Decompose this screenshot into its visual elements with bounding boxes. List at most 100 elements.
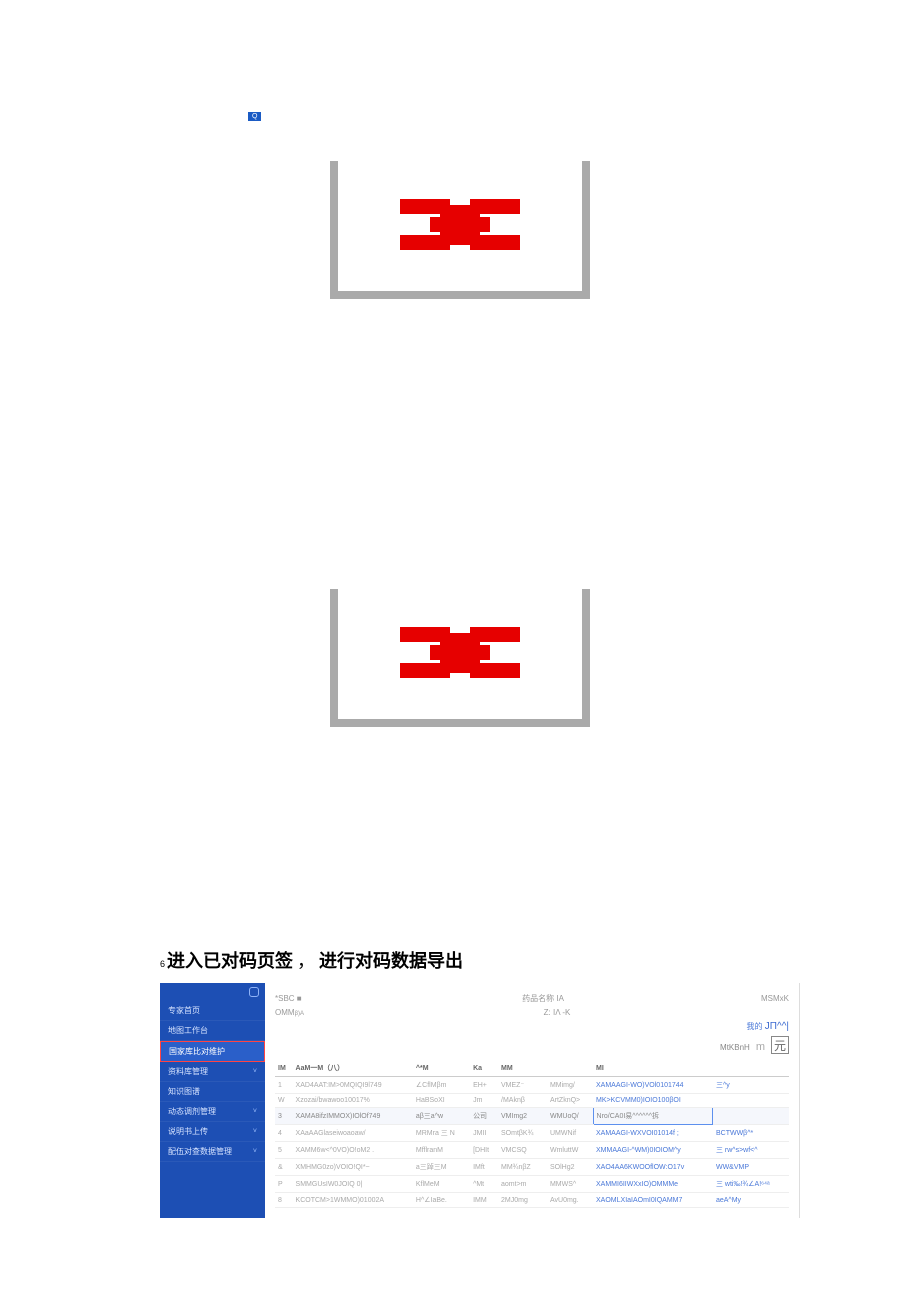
cell: XAMMI6IIWXxIO)OMMMe	[593, 1176, 713, 1193]
sidebar-item-label: 国家库比对维护	[169, 1046, 225, 1057]
chevron-down-icon: ˅	[253, 1108, 257, 1115]
column-header: AaM一M（八）	[293, 1060, 413, 1077]
unit-box: 元	[771, 1036, 789, 1054]
cell: XAMA8ifzIMMOX)IOlOf749	[293, 1108, 413, 1125]
sidebar-item-label: 地图工作台	[168, 1025, 208, 1036]
column-header: Ka	[470, 1060, 498, 1077]
cell: XAD4AAT:IM>0MQIQI9l749	[293, 1077, 413, 1094]
cell: Nro/CA0I易^^^^^^拆	[593, 1108, 713, 1125]
column-header: MI	[593, 1060, 713, 1077]
cell: ArtZknQ>	[547, 1094, 593, 1108]
figure-card-2	[330, 589, 590, 727]
cell: MRMra 三 N	[413, 1125, 470, 1142]
cell	[713, 1094, 789, 1108]
sidebar-item-2[interactable]: 国家库比对维护	[160, 1041, 265, 1062]
table-row[interactable]: 1XAD4AAT:IM>0MQIQI9l749∠CflMβmEH+VMEZ⁻MM…	[275, 1077, 789, 1094]
cell: VMImg2	[498, 1108, 547, 1125]
cell: 三 rw^s>wf<^	[713, 1142, 789, 1159]
cell: HaBSoXI	[413, 1094, 470, 1108]
cell: XMMAAGI-^WM)0IOIOM^y	[593, 1142, 713, 1159]
cell: UMWNif	[547, 1125, 593, 1142]
sidebar-item-label: 知识图谱	[168, 1086, 200, 1097]
cell: Jm	[470, 1094, 498, 1108]
cell: 3	[275, 1108, 293, 1125]
cell: H^∠IaBe.	[413, 1193, 470, 1208]
cell: MfflranM	[413, 1142, 470, 1159]
table-row[interactable]: PSMMGUsIW0JOIQ 0|KflMeM^Mtaomt>mMMWS^XAM…	[275, 1176, 789, 1193]
cell: 公司	[470, 1108, 498, 1125]
sidebar-item-3[interactable]: 资料库管理˅	[160, 1062, 265, 1082]
data-table: IMAaM一M（八）^*MKaMM MI 1XAD4AAT:IM>0MQIQI9l…	[275, 1060, 789, 1208]
figure-card-1	[330, 161, 590, 299]
cell: SOlHg2	[547, 1159, 593, 1176]
cell: KCOTCM>1WMMO)01002A	[293, 1193, 413, 1208]
cell: MM¾nβZ	[498, 1159, 547, 1176]
sidebar-item-5[interactable]: 动态调剂管理 ˅	[160, 1102, 265, 1122]
cell: XAMM6w<^0VO)O!oM2 .	[293, 1142, 413, 1159]
cell: XAO4AA6KWOOflOW:O17v	[593, 1159, 713, 1176]
cell: MMWS^	[547, 1176, 593, 1193]
cell: aomt>m	[498, 1176, 547, 1193]
table-row[interactable]: 3XAMA8ifzIMMOX)IOlOf749aβ三a^w公司VMImg2WMU…	[275, 1108, 789, 1125]
filter-row-2: OMMβ)A Z: IΛ -K	[275, 1008, 789, 1017]
cell: XAaAAGlaseiwoaoaw/	[293, 1125, 413, 1142]
cell: IMft	[470, 1159, 498, 1176]
cell: SMMGUsIW0JOIQ 0|	[293, 1176, 413, 1193]
table-row[interactable]: WXzozai/bwawoo10017%HaBSoXIJm/MAknβArtZk…	[275, 1094, 789, 1108]
cell	[713, 1108, 789, 1125]
cell: XAOMLXIaIAOmI0IQAMM7	[593, 1193, 713, 1208]
column-header	[713, 1060, 789, 1077]
cell: IMM	[470, 1193, 498, 1208]
cell: [DHIt	[470, 1142, 498, 1159]
cell: 三 wti‰!¾∠A!⁶⁴ᵃ	[713, 1176, 789, 1193]
section-heading: 6进入已对码页签，进行对码数据导出	[160, 947, 760, 973]
cell: MK>KCVMM0)IOIO100βOI	[593, 1094, 713, 1108]
sidebar-item-0[interactable]: 专家首页	[160, 1001, 265, 1021]
cell: Xzozai/bwawoo10017%	[293, 1094, 413, 1108]
sidebar-item-label: 说明书上传	[168, 1126, 208, 1137]
column-header: IM	[275, 1060, 293, 1077]
cell: VMCSQ	[498, 1142, 547, 1159]
red-x-shape	[365, 179, 555, 269]
cell: 8	[275, 1193, 293, 1208]
table-row[interactable]: 5XAMM6w<^0VO)O!oM2 .MfflranM[DHItVMCSQWm…	[275, 1142, 789, 1159]
sidebar-item-4[interactable]: 知识图谱	[160, 1082, 265, 1102]
main-panel: *SBC ■ 药品名称 IA MSMxK OMMβ)A Z: IΛ -K 我的 …	[265, 983, 799, 1218]
chevron-down-icon: ˅	[253, 1148, 257, 1155]
column-header	[547, 1060, 593, 1077]
cell: 4	[275, 1125, 293, 1142]
search-icon[interactable]	[249, 987, 259, 997]
top-badge: Q	[248, 112, 261, 121]
cell: 2MJ0mg	[498, 1193, 547, 1208]
cell: 5	[275, 1142, 293, 1159]
sidebar-item-1[interactable]: 地图工作台	[160, 1021, 265, 1041]
table-row[interactable]: &XMHMG0zo)VOIO!QI*~a三踔三MIMftMM¾nβZSOlHg2…	[275, 1159, 789, 1176]
cell: ∠CflMβm	[413, 1077, 470, 1094]
column-header: MM	[498, 1060, 547, 1077]
cell: KflMeM	[413, 1176, 470, 1193]
cell: EH+	[470, 1077, 498, 1094]
chevron-down-icon: ˅	[253, 1068, 257, 1075]
column-header: ^*M	[413, 1060, 470, 1077]
cell: XMHMG0zo)VOIO!QI*~	[293, 1159, 413, 1176]
sidebar-item-label: 配伍对查数据管理	[168, 1146, 232, 1157]
cell: AvU0mg.	[547, 1193, 593, 1208]
cell: WmluttW	[547, 1142, 593, 1159]
sidebar-item-7[interactable]: 配伍对查数据管理 ˅	[160, 1142, 265, 1162]
table-row[interactable]: 4XAaAAGlaseiwoaoaw/MRMra 三 NJMIISOmtβK¾U…	[275, 1125, 789, 1142]
cell: BCTWWβ^*	[713, 1125, 789, 1142]
sidebar-item-label: 动态调剂管理	[168, 1106, 216, 1117]
cell: W	[275, 1094, 293, 1108]
stat-row: MtKBnH m 元	[275, 1036, 789, 1054]
app-shell: 专家首页地图工作台国家库比对维护资料库管理˅知识图谱动态调剂管理˅说明书上传˅配…	[160, 983, 800, 1218]
sidebar-item-label: 专家首页	[168, 1005, 200, 1016]
cell: aeA^My	[713, 1193, 789, 1208]
cell: WMUoQ/	[547, 1108, 593, 1125]
cell: ^Mt	[470, 1176, 498, 1193]
right-meta: 我的 JΠ^^|	[275, 1021, 789, 1032]
red-x-shape	[365, 607, 555, 697]
filter-row-1: *SBC ■ 药品名称 IA MSMxK	[275, 993, 789, 1004]
table-row[interactable]: 8KCOTCM>1WMMO)01002AH^∠IaBe.IMM2MJ0mgAvU…	[275, 1193, 789, 1208]
sidebar-item-6[interactable]: 说明书上传˅	[160, 1122, 265, 1142]
cell: aβ三a^w	[413, 1108, 470, 1125]
